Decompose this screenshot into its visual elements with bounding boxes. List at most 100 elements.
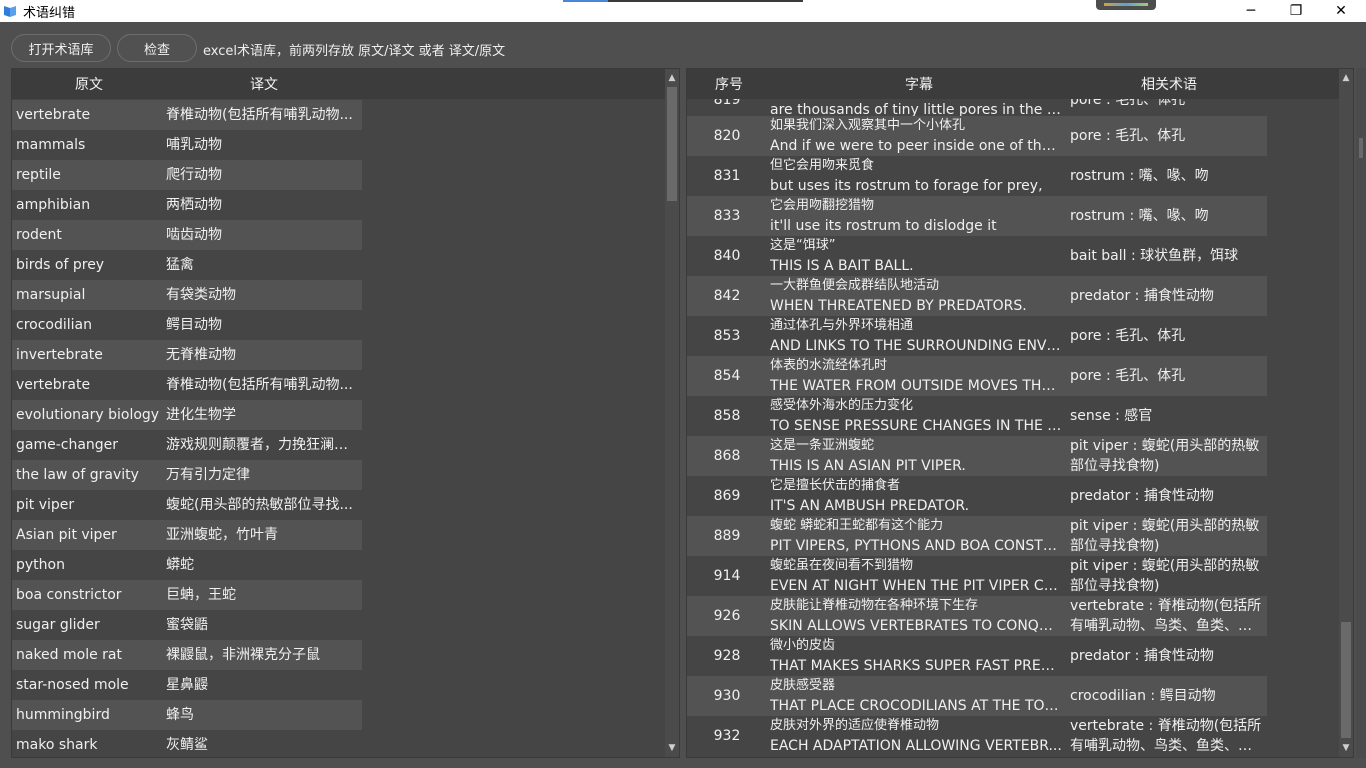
source-term: star-nosed mole	[16, 677, 129, 693]
subtitle-zh: 它是擅长伏击的捕食者	[770, 478, 901, 493]
target-term: 脊椎动物(包括所有哺乳动物...	[166, 377, 353, 393]
source-term: boa constrictor	[16, 587, 122, 603]
table-row[interactable]: 868 这是一条亚洲蝮蛇 THIS IS AN ASIAN PIT VIPER. pi…	[687, 436, 1267, 476]
table-row[interactable]: amphibian 两栖动物	[12, 190, 362, 220]
target-term: 哺乳动物	[166, 137, 222, 153]
table-row[interactable]: reptile 爬行动物	[12, 160, 362, 190]
table-row[interactable]: invertebrate 无脊椎动物	[12, 340, 362, 370]
table-row[interactable]: boa constrictor 巨蚺，王蛇	[12, 580, 362, 610]
table-row[interactable]: mako shark 灰鲭鲨	[12, 730, 362, 757]
row-index: 858	[713, 408, 741, 424]
subtitle-zh: 但它会用吻来觅食	[770, 158, 875, 173]
table-row[interactable]: 932 皮肤对外界的适应使脊椎动物 EACH ADAPTATION ALLOWING…	[687, 716, 1267, 756]
table-row[interactable]: 842 一大群鱼便会成群结队地活动 WHEN THREATENED BY PREDA…	[687, 276, 1267, 316]
row-index: 853	[713, 328, 741, 344]
table-row[interactable]: vertebrate 脊椎动物(包括所有哺乳动物...	[12, 100, 362, 130]
header-source[interactable]: 原文	[75, 69, 103, 99]
glossary-scrollbar[interactable]: ▲ ▼	[665, 69, 679, 757]
table-row[interactable]: mammals 哺乳动物	[12, 130, 362, 160]
glossary-table[interactable]: 原文 译文 vertebrate 脊椎动物(包括所有哺乳动物... mammals 哺…	[11, 68, 680, 758]
scroll-up-icon[interactable]: ▲	[1339, 71, 1353, 85]
target-term: 有袋类动物	[166, 287, 236, 303]
table-row[interactable]: 820 如果我们深入观察其中一个小体孔 And if we were to peer…	[687, 116, 1267, 156]
target-term: 两栖动物	[166, 197, 222, 213]
subtitle-table[interactable]: 序号 字幕 相关术语 819 are thousands of tiny litt…	[686, 68, 1354, 758]
restore-button[interactable]: ❐	[1273, 0, 1319, 22]
title-progress-strip	[563, 0, 803, 2]
table-row[interactable]: 840 这是“饵球” THIS IS A BAIT BALL. bait ball :…	[687, 236, 1267, 276]
header-subtitle[interactable]: 字幕	[905, 69, 933, 99]
check-button[interactable]: 检查	[117, 34, 197, 62]
scroll-thumb[interactable]	[1341, 622, 1351, 738]
table-row[interactable]: 889 蝮蛇 蟒蛇和王蛇都有这个能力 PIT VIPERS, PYTHONS AND…	[687, 516, 1267, 556]
title-bar: 术语纠错 ─ ❐ ✕	[0, 0, 1366, 22]
table-row[interactable]: rodent 啮齿动物	[12, 220, 362, 250]
table-row[interactable]: 854 体表的水流经体孔时 THE WATER FROM OUTSIDE MOVES…	[687, 356, 1267, 396]
source-term: naked mole rat	[16, 647, 122, 663]
related-term-text: pit viper : 蝮蛇(用头部的热敏部位寻找食物)	[1070, 558, 1260, 594]
table-row[interactable]: marsupial 有袋类动物	[12, 280, 362, 310]
target-term: 蟒蛇	[166, 557, 194, 573]
related-term-text: predator : 捕食性动物	[1070, 488, 1214, 504]
header-target[interactable]: 译文	[250, 69, 278, 99]
table-row[interactable]: 858 感受体外海水的压力变化 TO SENSE PRESSURE CHANGES …	[687, 396, 1267, 436]
table-row[interactable]: sugar glider 蜜袋鼯	[12, 610, 362, 640]
subtitle-en: THIS IS A BAIT BALL.	[770, 258, 914, 274]
scroll-down-icon[interactable]: ▼	[665, 741, 679, 755]
table-row[interactable]: star-nosed mole 星鼻鼹	[12, 670, 362, 700]
table-row[interactable]: pit viper 蝮蛇(用头部的热敏部位寻找...	[12, 490, 362, 520]
table-row[interactable]: 833 它会用吻翻挖猎物 it'll use its rostrum to disl…	[687, 196, 1267, 236]
table-row[interactable]: 853 通过体孔与外界环境相通 AND LINKS TO THE SURROUNDI…	[687, 316, 1267, 356]
table-row[interactable]: 831 但它会用吻来觅食 but uses its rostrum to forag…	[687, 156, 1267, 196]
source-term: invertebrate	[16, 347, 103, 363]
subtitle-zh: 蝮蛇虽在夜间看不到猎物	[770, 558, 914, 573]
open-glossary-button[interactable]: 打开术语库	[11, 34, 111, 62]
close-icon: ✕	[1335, 3, 1347, 19]
header-index[interactable]: 序号	[715, 69, 743, 99]
target-term: 啮齿动物	[166, 227, 222, 243]
subtitle-en: AND LINKS TO THE SURROUNDING ENVIR...	[770, 338, 1062, 354]
target-term: 巨蚺，王蛇	[166, 587, 236, 603]
scroll-down-icon[interactable]: ▼	[1339, 741, 1353, 755]
table-row[interactable]: python 蟒蛇	[12, 550, 362, 580]
source-term: Asian pit viper	[16, 527, 117, 543]
related-term-text: predator : 捕食性动物	[1070, 288, 1214, 304]
table-row[interactable]: hummingbird 蜂鸟	[12, 700, 362, 730]
table-row[interactable]: 928 微小的皮齿 THAT MAKES SHARKS SUPER FAST PRE…	[687, 636, 1267, 676]
table-row[interactable]: vertebrate 脊椎动物(包括所有哺乳动物...	[12, 370, 362, 400]
table-row[interactable]: naked mole rat 裸鼹鼠，非洲裸克分子鼠	[12, 640, 362, 670]
table-row[interactable]: evolutionary biology 进化生物学	[12, 400, 362, 430]
subtitle-scrollbar[interactable]: ▲ ▼	[1339, 69, 1353, 757]
table-row[interactable]: 869 它是擅长伏击的捕食者 IT'S AN AMBUSH PREDATOR. pre…	[687, 476, 1267, 516]
table-row[interactable]: crocodilian 鳄目动物	[12, 310, 362, 340]
related-term: pit viper : 蝮蛇(用头部的热敏部位寻找食物)	[1070, 556, 1265, 596]
subtitle-en: THAT PLACE CROCODILIANS AT THE TOP ...	[770, 698, 1062, 714]
subtitle-en: SKIN ALLOWS VERTEBRATES TO CONQUE...	[770, 618, 1062, 634]
source-term: vertebrate	[16, 107, 91, 123]
source-term: the law of gravity	[16, 467, 139, 483]
table-row[interactable]: game-changer 游戏规则颠覆者，力挽狂澜的...	[12, 430, 362, 460]
table-row[interactable]: birds of prey 猛禽	[12, 250, 362, 280]
minimize-icon: ─	[1246, 3, 1256, 19]
table-row[interactable]: 914 蝮蛇虽在夜间看不到猎物 EVEN AT NIGHT WHEN THE PIT…	[687, 556, 1267, 596]
table-row[interactable]: the law of gravity 万有引力定律	[12, 460, 362, 490]
scroll-thumb[interactable]	[667, 87, 677, 201]
minimize-button[interactable]: ─	[1228, 0, 1274, 22]
source-term: sugar glider	[16, 617, 100, 633]
row-index: 842	[713, 288, 741, 304]
subtitle-zh: 如果我们深入观察其中一个小体孔	[770, 118, 966, 133]
table-row[interactable]: Asian pit viper 亚洲蝮蛇，竹叶青	[12, 520, 362, 550]
scroll-up-icon[interactable]: ▲	[665, 71, 679, 85]
table-row[interactable]: 930 皮肤感受器 THAT PLACE CROCODILIANS AT THE T…	[687, 676, 1267, 716]
subtitle-zh: 它会用吻翻挖猎物	[770, 198, 875, 213]
source-term: amphibian	[16, 197, 91, 213]
glossary-header: 原文 译文	[12, 69, 665, 99]
target-term: 蜂鸟	[166, 707, 194, 723]
related-term-text: vertebrate : 脊椎动物(包括所有哺乳动物、鸟类、鱼类、爬...	[1070, 598, 1262, 634]
ime-indicator	[1096, 0, 1156, 10]
target-term: 蝮蛇(用头部的热敏部位寻找...	[166, 497, 353, 513]
table-row[interactable]: 926 皮肤能让脊椎动物在各种环境下生存 SKIN ALLOWS VERTEBRAT…	[687, 596, 1267, 636]
header-terms[interactable]: 相关术语	[1141, 69, 1197, 99]
close-button[interactable]: ✕	[1318, 0, 1364, 22]
related-term-text: sense : 感官	[1070, 408, 1153, 424]
